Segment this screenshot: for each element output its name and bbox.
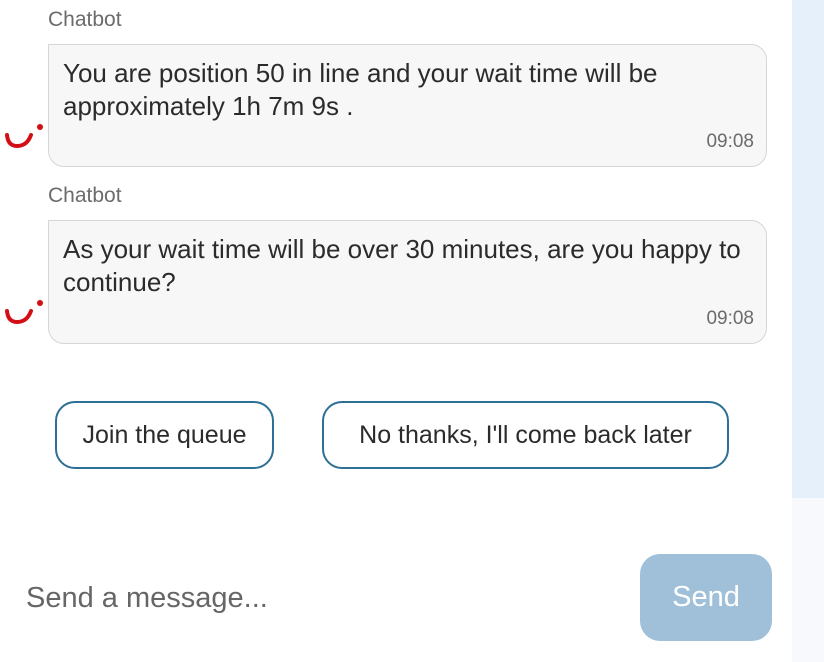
message-text: As your wait time will be over 30 minute… — [63, 234, 741, 297]
tui-smile-logo-icon — [5, 124, 43, 149]
message-bubble: As your wait time will be over 30 minute… — [48, 220, 767, 344]
message-sender: Chatbot — [48, 184, 122, 207]
message-timestamp: 09:08 — [706, 308, 754, 329]
side-panel — [792, 0, 824, 498]
message-timestamp: 09:08 — [706, 131, 754, 152]
chat-window: Chatbot You are position 50 in line and … — [0, 0, 824, 662]
side-panel-lower — [792, 498, 824, 662]
message-bubble: You are position 50 in line and your wai… — [48, 44, 767, 167]
tui-smile-logo-icon — [5, 300, 43, 325]
message-sender: Chatbot — [48, 8, 122, 31]
join-queue-button[interactable]: Join the queue — [55, 401, 274, 469]
send-button[interactable]: Send — [640, 554, 772, 641]
message-text: You are position 50 in line and your wai… — [63, 58, 658, 121]
come-back-later-button[interactable]: No thanks, I'll come back later — [322, 401, 729, 469]
message-input[interactable] — [26, 570, 606, 626]
